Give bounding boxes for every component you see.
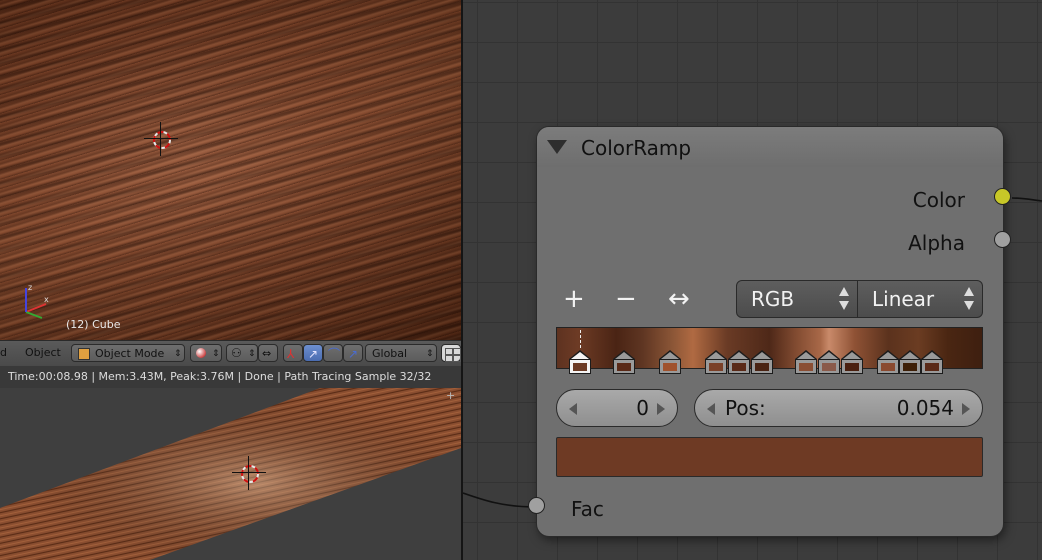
- input-fac-socket[interactable]: [528, 497, 545, 514]
- render-status: Time:00:08.98 | Mem:3.43M, Peak:3.76M | …: [0, 366, 461, 388]
- position-field[interactable]: Pos: 0.054: [694, 389, 983, 427]
- color-stop[interactable]: [921, 350, 943, 374]
- viewport-header: d Object Object Mode ⇕ ⇕ ⚇ ⇕ ⇔ ⅄ ↗ ⌒ ↗ G…: [0, 340, 461, 367]
- layers-grid[interactable]: [441, 344, 461, 362]
- layer-cell-icon: [445, 348, 453, 355]
- stop-color-swatch[interactable]: [556, 437, 983, 477]
- color-stop[interactable]: [728, 350, 750, 374]
- color-stop[interactable]: [841, 350, 863, 374]
- 3d-cursor-icon[interactable]: [232, 456, 266, 490]
- add-stop-icon[interactable]: +: [563, 286, 585, 312]
- translate-icon: ⅄: [287, 347, 295, 361]
- viewport-top[interactable]: x z (12) Cube: [0, 0, 461, 340]
- snap-icon: ↗: [348, 347, 359, 361]
- chevron-updown-icon: [964, 287, 974, 311]
- color-stop[interactable]: [877, 350, 899, 374]
- color-stop[interactable]: [751, 350, 773, 374]
- color-stop[interactable]: [659, 350, 681, 374]
- pivot-icon: ⚇: [231, 346, 242, 360]
- manipulator-icon: ⇔: [262, 347, 272, 360]
- flip-ramp-icon[interactable]: ↔: [668, 286, 690, 312]
- cube-icon: [78, 348, 90, 360]
- input-fac-label: Fac: [571, 497, 604, 521]
- orientation-dropdown[interactable]: Global ⇕: [365, 344, 437, 362]
- add-panel-icon[interactable]: +: [446, 390, 458, 402]
- layer-cell-icon: [453, 355, 461, 362]
- color-stop[interactable]: [705, 350, 727, 374]
- active-stop-index-value: 0: [636, 396, 649, 420]
- color-stop[interactable]: [795, 350, 817, 374]
- color-mode-label: RGB: [751, 287, 795, 311]
- decrement-arrow-icon[interactable]: [707, 403, 715, 415]
- active-stop-index-field[interactable]: 0: [556, 389, 678, 427]
- output-alpha-label: Alpha: [908, 231, 965, 255]
- chevron-updown-icon: ⇕: [248, 349, 256, 359]
- axis-gizmo-icon: x z: [25, 283, 49, 319]
- color-stop[interactable]: [818, 350, 840, 374]
- mode-label: Object Mode: [95, 347, 165, 360]
- shading-dropdown[interactable]: ⇕: [190, 344, 222, 362]
- remove-stop-icon[interactable]: −: [615, 286, 637, 312]
- layer-cell-icon: [453, 348, 461, 355]
- collapse-triangle-icon[interactable]: [547, 140, 567, 154]
- increment-arrow-icon[interactable]: [962, 403, 970, 415]
- color-stop[interactable]: [613, 350, 635, 374]
- shading-sphere-icon: [196, 348, 206, 358]
- object-label: (12) Cube: [66, 318, 121, 331]
- orientation-label: Global: [372, 347, 408, 360]
- color-ramp-bar[interactable]: [556, 327, 983, 374]
- viewport-bottom[interactable]: +: [0, 388, 461, 560]
- color-stop[interactable]: [899, 350, 921, 374]
- interpolation-dropdown[interactable]: Linear: [858, 280, 983, 318]
- colorramp-node[interactable]: ColorRamp Color Alpha + − ↔ RGB Linear 0: [528, 127, 1011, 536]
- layer-cell-icon: [445, 355, 453, 362]
- increment-arrow-icon[interactable]: [657, 403, 665, 415]
- active-stop-marker: [580, 330, 581, 348]
- output-color-label: Color: [912, 188, 965, 212]
- color-stop[interactable]: [569, 350, 591, 374]
- menu-object[interactable]: Object: [25, 344, 61, 362]
- node-header[interactable]: ColorRamp: [537, 127, 1003, 167]
- translate-button[interactable]: ⅄: [283, 344, 303, 362]
- snap-button[interactable]: ↗: [343, 344, 363, 362]
- rotate-button[interactable]: ↗: [303, 344, 323, 362]
- scale-button[interactable]: ⌒: [323, 344, 343, 362]
- chevron-updown-icon: [839, 287, 849, 311]
- chevron-updown-icon: ⇕: [212, 349, 220, 359]
- interpolation-label: Linear: [872, 287, 935, 311]
- chevron-updown-icon: ⇕: [174, 349, 182, 359]
- menu-select-partial[interactable]: d: [0, 344, 7, 362]
- position-value: 0.054: [896, 396, 954, 420]
- 3d-cursor-icon[interactable]: [144, 122, 178, 156]
- svg-text:z: z: [28, 283, 32, 292]
- svg-text:x: x: [44, 295, 49, 304]
- output-color-socket[interactable]: [994, 188, 1011, 205]
- output-alpha-socket[interactable]: [994, 231, 1011, 248]
- wood-plane: [0, 388, 461, 560]
- rotate-icon: ↗: [308, 347, 319, 361]
- pivot-dropdown[interactable]: ⚇ ⇕: [226, 344, 258, 362]
- mode-dropdown[interactable]: Object Mode ⇕: [71, 344, 185, 362]
- manipulator-toggle[interactable]: ⇔: [258, 344, 278, 362]
- scale-icon: ⌒: [328, 347, 341, 361]
- color-mode-dropdown[interactable]: RGB: [736, 280, 858, 318]
- wood-texture: [0, 0, 461, 340]
- chevron-updown-icon: ⇕: [426, 349, 434, 359]
- position-label: Pos:: [725, 396, 766, 420]
- decrement-arrow-icon[interactable]: [569, 403, 577, 415]
- node-title: ColorRamp: [581, 136, 692, 160]
